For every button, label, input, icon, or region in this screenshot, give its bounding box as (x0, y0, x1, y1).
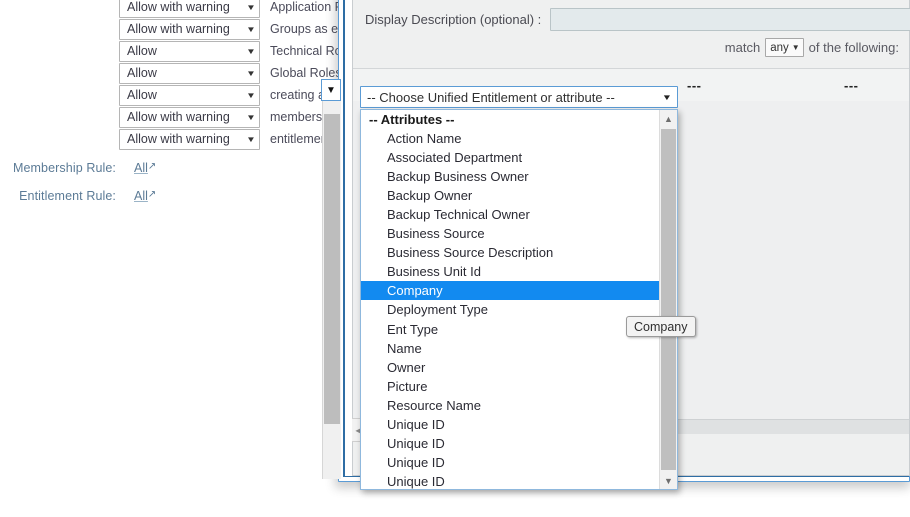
option-item[interactable]: Unique ID (361, 453, 661, 472)
tooltip-text: Company (634, 319, 688, 334)
permission-select[interactable]: Allow with warning ▼ (119, 18, 260, 40)
option-item[interactable]: Picture (361, 377, 661, 396)
permission-select[interactable]: Allow with warning ▼ (119, 128, 260, 150)
permission-select[interactable]: Allow with warning ▼ (119, 0, 260, 18)
option-item[interactable]: Resource Name (361, 396, 661, 415)
permission-select-value: Allow with warning (127, 109, 230, 124)
permission-row: Allow ▼ Global Roles (119, 62, 345, 84)
permission-select-value: Allow (127, 65, 157, 80)
chevron-down-icon: ▼ (246, 2, 256, 12)
option-item[interactable]: Unique ID (361, 434, 661, 453)
modal-vertical-scrollbar[interactable]: ▲ (322, 79, 341, 479)
permission-select-value: Allow with warning (127, 0, 230, 14)
option-item[interactable]: Unique ID (361, 415, 661, 434)
option-item[interactable]: Business Source Description (361, 243, 661, 262)
match-any-all-select[interactable]: any ▼ (765, 38, 804, 57)
option-item[interactable]: Name (361, 339, 661, 358)
permission-row: Allow with warning ▼ Groups as en (119, 18, 345, 40)
option-item[interactable]: Business Source (361, 224, 661, 243)
chevron-down-icon: ▼ (246, 112, 256, 122)
permission-row: Allow with warning ▼ Application R (119, 0, 345, 18)
chevron-down-icon: ▼ (246, 46, 256, 56)
option-item[interactable]: Backup Technical Owner (361, 205, 661, 224)
option-item[interactable]: Owner (361, 358, 661, 377)
permission-description: Groups as en (270, 22, 346, 36)
permission-select[interactable]: Allow ▼ (119, 84, 260, 106)
membership-rule-row: Membership Rule: All↗ (0, 161, 156, 175)
permission-rows-list: Allow with warning ▼ Application R Allow wi… (119, 0, 345, 150)
membership-rule-link-text: All (134, 161, 148, 175)
filter-icon: ▼ (326, 84, 336, 96)
match-select-value: any (770, 41, 789, 54)
permission-select-value: Allow with warning (127, 21, 230, 36)
permission-select-value: Allow with warning (127, 131, 230, 146)
chevron-down-icon: ▼ (246, 24, 256, 34)
permission-select[interactable]: Allow with warning ▼ (119, 106, 260, 128)
option-item[interactable]: Backup Business Owner (361, 167, 661, 186)
display-description-label: Display Description (optional) : (365, 12, 542, 27)
option-list-scrollbar-thumb[interactable] (661, 129, 676, 470)
condition-value-placeholder: --- (844, 78, 859, 93)
display-description-input[interactable] (550, 8, 910, 31)
option-item[interactable]: Associated Department (361, 148, 661, 167)
permission-select-value: Allow (127, 87, 157, 102)
modal-scrollbar-thumb[interactable] (324, 114, 340, 424)
option-item[interactable]: Unique ID (361, 472, 661, 489)
permission-description: Technical Rol (270, 44, 345, 58)
membership-rule-link[interactable]: All↗ (134, 161, 156, 175)
chevron-down-icon: ▼ (246, 134, 256, 144)
option-item[interactable]: Action Name (361, 129, 661, 148)
column-filter-button[interactable]: ▼ (321, 79, 341, 101)
external-link-icon: ↗ (147, 189, 157, 200)
permission-row: Allow ▼ creating a hie (119, 84, 345, 106)
select-selected-label: -- Choose Unified Entitlement or attribu… (367, 89, 615, 105)
option-item-selected[interactable]: Company (361, 281, 661, 301)
option-list-viewport: -- Attributes -- Action Name Associated De… (361, 110, 661, 489)
chevron-down-icon: ▼ (791, 43, 800, 52)
entitlement-rule-link[interactable]: All↗ (134, 189, 156, 203)
option-item[interactable]: Business Unit Id (361, 262, 661, 281)
option-item[interactable]: Deployment Type (361, 300, 661, 319)
option-item[interactable]: Ent Type (361, 320, 661, 339)
entitlement-rule-row: Entitlement Rule: All↗ (0, 189, 156, 203)
permission-description: Application R (270, 0, 344, 14)
external-link-icon: ↗ (147, 161, 157, 172)
permission-select-value: Allow (127, 43, 157, 58)
permission-row: Allow with warning ▼ members no (119, 106, 345, 128)
scroll-up-icon[interactable]: ▲ (660, 110, 677, 127)
chevron-down-icon: ▼ (661, 92, 673, 102)
condition-operator-placeholder: --- (687, 78, 702, 93)
permission-select[interactable]: Allow ▼ (119, 40, 260, 62)
entitlement-rule-label: Entitlement Rule: (19, 189, 116, 203)
chevron-down-icon: ▼ (246, 90, 256, 100)
option-item[interactable]: Backup Owner (361, 186, 661, 205)
scroll-down-icon[interactable]: ▼ (660, 472, 677, 489)
option-list-scrollbar[interactable]: ▲ ▼ (659, 110, 677, 489)
chevron-down-icon: ▼ (246, 68, 256, 78)
match-condition-row: match any ▼ of the following: (353, 38, 899, 57)
permission-select[interactable]: Allow ▼ (119, 62, 260, 84)
permission-row: Allow ▼ Technical Rol (119, 40, 345, 62)
match-prefix-label: match (724, 40, 761, 55)
match-suffix-label: of the following: (808, 40, 899, 55)
entitlement-rule-link-text: All (134, 189, 148, 203)
display-description-row: Display Description (optional) : (365, 8, 910, 31)
option-group-header: -- Attributes -- (369, 112, 455, 127)
option-tooltip: Company (626, 316, 696, 337)
membership-rule-label: Membership Rule: (12, 161, 116, 175)
entitlement-attribute-select[interactable]: -- Choose Unified Entitlement or attribu… (360, 86, 678, 108)
entitlement-attribute-option-list[interactable]: -- Attributes -- Action Name Associated De… (360, 109, 678, 490)
permission-row: Allow with warning ▼ entitlements (119, 128, 345, 150)
